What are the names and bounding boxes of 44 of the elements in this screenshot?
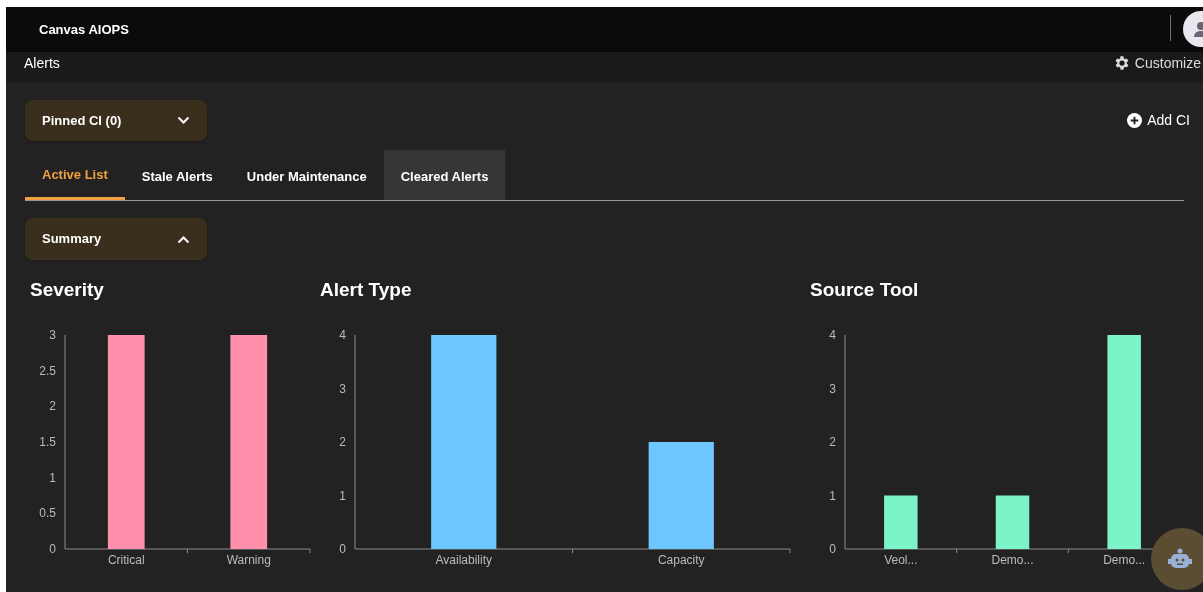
category-label: Demo... <box>1103 552 1146 567</box>
bar <box>995 495 1030 549</box>
tick-label: 4 <box>339 327 346 342</box>
customize-button[interactable]: Customize <box>1112 52 1201 74</box>
plus-circle-icon <box>1127 113 1143 128</box>
chevron-up-icon <box>177 234 190 244</box>
summary-toggle[interactable]: Summary <box>25 218 207 260</box>
tick-label: 2.5 <box>39 363 56 378</box>
page-title: Alerts <box>24 53 60 73</box>
category-label: Warning <box>226 552 271 567</box>
tick-label: 4 <box>829 327 836 342</box>
robot-icon <box>1168 548 1192 570</box>
category-label: Availability <box>435 552 492 567</box>
tick-label: 2 <box>49 398 56 413</box>
category-label: Capacity <box>657 552 705 567</box>
category-label: Demo... <box>991 552 1034 567</box>
tab[interactable]: Under Maintenance <box>229 150 384 200</box>
tick-label: 3 <box>829 381 836 395</box>
tick-label: 1 <box>49 470 56 485</box>
chart-title: Source Tool <box>810 278 919 302</box>
tick-label: 2 <box>339 434 346 449</box>
tab[interactable]: Cleared Alerts <box>383 150 506 200</box>
chart-title: Severity <box>30 278 104 302</box>
chart-title: Alert Type <box>320 278 412 302</box>
tick-label: 3 <box>339 381 346 395</box>
category-label: Critical <box>107 552 145 567</box>
app-title: Canvas AIOPS <box>39 20 129 39</box>
bar <box>884 495 918 549</box>
add-ci-button[interactable]: Add CI <box>1127 110 1190 131</box>
tab[interactable]: Stale Alerts <box>124 150 230 200</box>
tick-label: 1.5 <box>39 434 56 449</box>
category-label: Veol... <box>884 552 918 567</box>
tick-label: 1 <box>339 488 346 502</box>
tick-label: 0 <box>339 541 346 556</box>
tab[interactable]: Active List <box>25 150 125 200</box>
pinned-ci-dropdown[interactable]: Pinned CI (0) <box>25 100 207 141</box>
tick-label: 0 <box>49 541 56 556</box>
tick-label: 0 <box>829 541 836 556</box>
chevron-down-icon <box>177 116 190 125</box>
tick-label: 3 <box>49 327 56 342</box>
chatbot-button[interactable] <box>1151 528 1203 590</box>
tick-label: 1 <box>829 488 836 502</box>
tick-label: 2 <box>829 434 836 449</box>
tick-label: 0.5 <box>39 505 56 520</box>
